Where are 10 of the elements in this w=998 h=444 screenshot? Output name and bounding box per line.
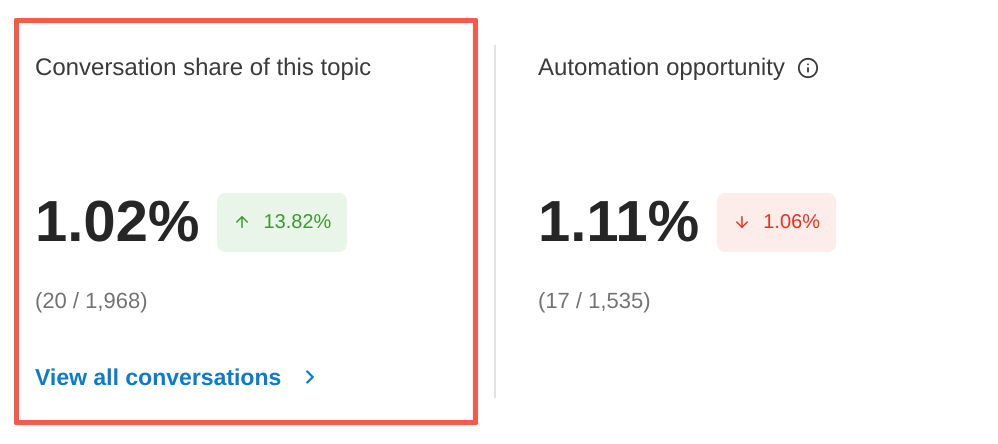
metric-value: 1.11%: [538, 192, 700, 252]
change-badge: 1.06%: [717, 192, 836, 252]
metric-title: Conversation share of this topic: [35, 53, 372, 83]
metric-ratio: (20 / 1,968): [35, 287, 148, 315]
info-icon[interactable]: [796, 57, 819, 79]
metric-ratio: (17 / 1,535): [538, 287, 651, 315]
metric-title: Automation opportunity: [538, 53, 785, 83]
metric-value: 1.02%: [35, 192, 200, 252]
view-all-link[interactable]: View all conversations: [35, 362, 322, 392]
change-badge: 13.82%: [217, 192, 348, 252]
